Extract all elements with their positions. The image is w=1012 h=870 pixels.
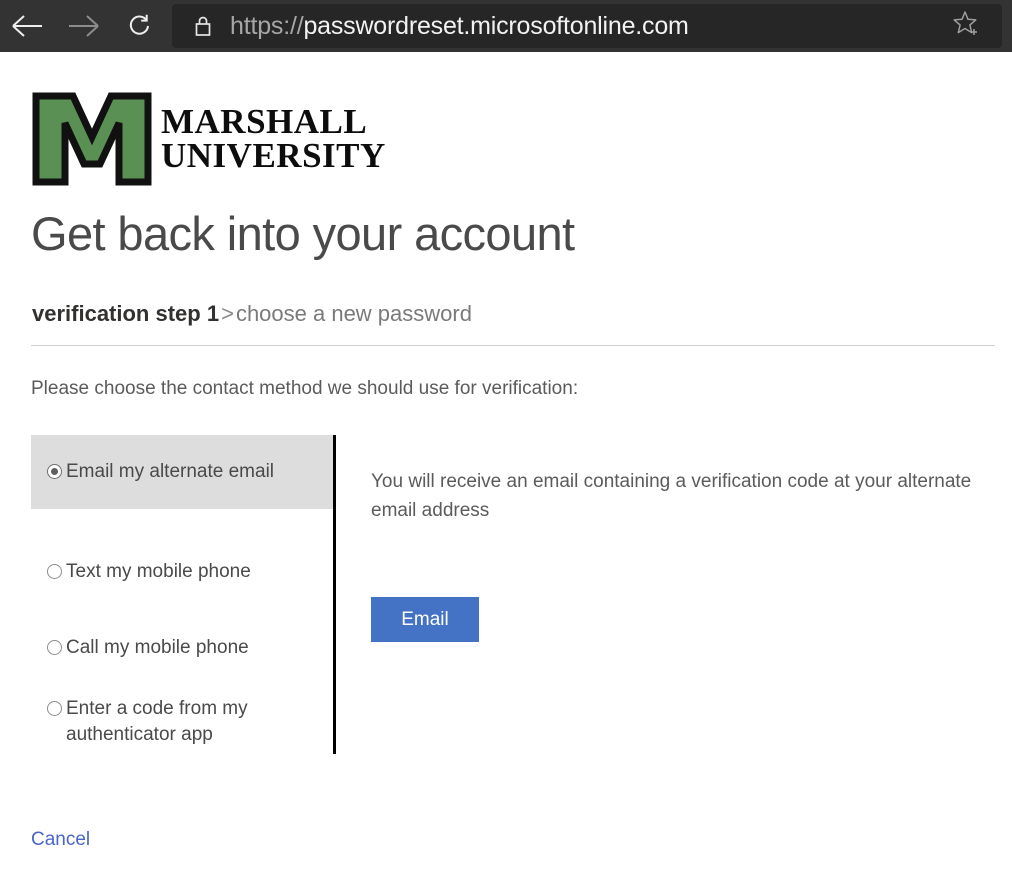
option-authenticator-code[interactable]: Enter a code from my authenticator app xyxy=(31,696,334,748)
email-submit-button[interactable]: Email xyxy=(371,597,479,642)
url-host: passwordreset.microsoftonline.com xyxy=(303,11,689,40)
page-title: Get back into your account xyxy=(31,207,575,260)
url-scheme: https:// xyxy=(230,11,304,40)
back-button[interactable] xyxy=(0,0,56,52)
reload-button[interactable] xyxy=(112,0,168,52)
forward-arrow-icon xyxy=(67,13,101,39)
breadcrumb-separator: > xyxy=(221,301,234,326)
marshall-m-logo-icon xyxy=(31,90,153,188)
marshall-university-logo: MARSHALL UNIVERSITY xyxy=(31,90,386,188)
option-label-call-mobile: Call my mobile phone xyxy=(66,637,249,658)
method-description: You will receive an email containing a v… xyxy=(371,471,972,521)
vertical-divider xyxy=(333,435,336,754)
option-spacer-1 xyxy=(31,509,334,559)
wordmark-line-2: UNIVERSITY xyxy=(161,136,386,175)
forward-button[interactable] xyxy=(56,0,112,52)
option-text-mobile[interactable]: Text my mobile phone xyxy=(31,559,334,585)
radio-call-mobile-icon[interactable] xyxy=(47,640,62,655)
password-reset-page: MARSHALL UNIVERSITY Get back into your a… xyxy=(0,52,1012,870)
horizontal-divider xyxy=(31,345,995,346)
address-bar-url: https://passwordreset.microsoftonline.co… xyxy=(230,12,938,41)
radio-text-mobile-icon[interactable] xyxy=(47,564,62,579)
option-label-email-alternate: Email my alternate email xyxy=(66,461,275,482)
contact-method-options: Email my alternate email Text my mobile … xyxy=(31,435,334,748)
radio-email-alternate-icon[interactable] xyxy=(47,464,62,479)
reload-icon xyxy=(126,12,154,40)
add-favorite-button[interactable] xyxy=(938,6,996,46)
breadcrumb-next-step: choose a new password xyxy=(235,301,472,326)
option-label-text-mobile: Text my mobile phone xyxy=(66,561,251,582)
breadcrumb: verification step 1>choose a new passwor… xyxy=(32,301,472,327)
padlock-icon xyxy=(190,14,216,38)
option-email-alternate[interactable]: Email my alternate email xyxy=(31,435,334,509)
address-bar[interactable]: https://passwordreset.microsoftonline.co… xyxy=(172,4,1002,48)
wordmark-line-1: MARSHALL xyxy=(161,102,368,142)
option-spacer-3 xyxy=(31,661,334,696)
browser-toolbar: https://passwordreset.microsoftonline.co… xyxy=(0,0,1012,52)
breadcrumb-current-step: verification step 1 xyxy=(32,301,220,326)
add-favorite-star-icon xyxy=(952,9,982,44)
cancel-link[interactable]: Cancel xyxy=(31,829,90,851)
radio-authenticator-code-icon[interactable] xyxy=(47,701,62,716)
option-call-mobile[interactable]: Call my mobile phone xyxy=(31,635,334,661)
instruction-text: Please choose the contact method we shou… xyxy=(31,378,579,399)
option-spacer-2 xyxy=(31,585,334,635)
back-arrow-icon xyxy=(11,13,45,39)
option-label-authenticator-code: Enter a code from my authenticator app xyxy=(66,698,248,745)
marshall-university-wordmark: MARSHALL UNIVERSITY xyxy=(161,102,386,175)
